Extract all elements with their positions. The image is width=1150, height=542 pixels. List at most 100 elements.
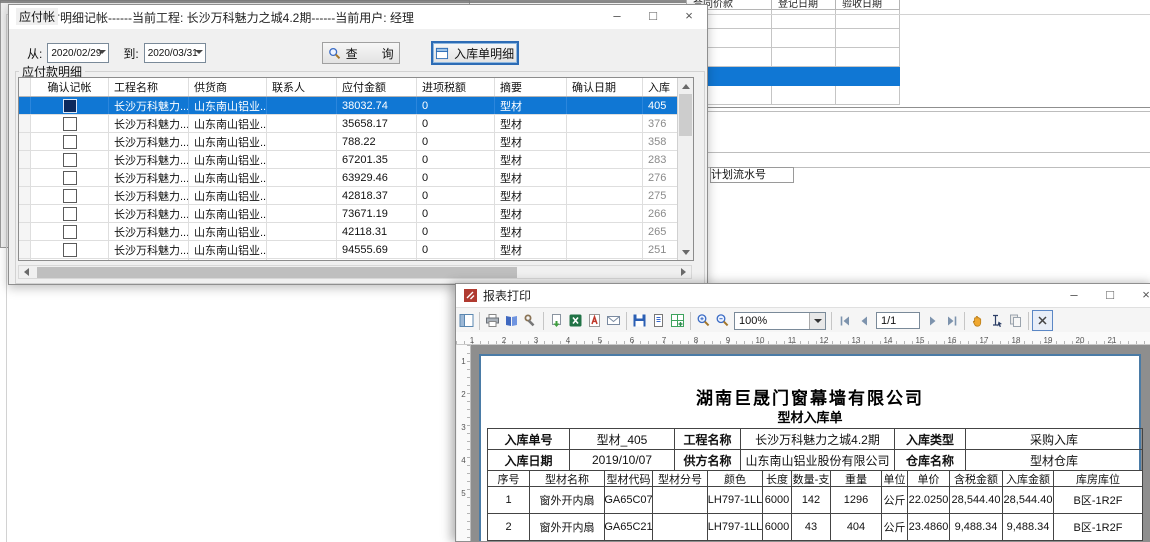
- column-header[interactable]: 联系人: [267, 78, 337, 96]
- divider: [690, 312, 691, 330]
- minimize-button[interactable]: –: [1056, 284, 1092, 308]
- table-row[interactable]: 长沙万科魅力... 山东南山铝业... 63929.46 0 型材 276: [19, 169, 693, 187]
- confirm-checkbox[interactable]: [63, 153, 77, 167]
- horizontal-scrollbar[interactable]: [18, 265, 692, 279]
- table-row[interactable]: 长沙万科魅力... 山东南山铝业... 788.22 0 型材 358: [19, 133, 693, 151]
- column-header[interactable]: 确认日期: [567, 78, 643, 96]
- zoom-out-icon[interactable]: [713, 311, 732, 330]
- to-date-select[interactable]: 2020/03/31: [144, 43, 206, 63]
- row-selector[interactable]: [19, 97, 31, 114]
- summary-cell: 型材: [495, 223, 567, 240]
- hand-pan-icon[interactable]: [968, 311, 987, 330]
- row-selector[interactable]: [19, 151, 31, 168]
- column-header: 验收日期: [836, 0, 900, 10]
- first-page-icon[interactable]: [835, 311, 854, 330]
- row-selector[interactable]: [19, 169, 31, 186]
- close-button[interactable]: ×: [1128, 284, 1150, 308]
- toc-pane-icon[interactable]: [457, 311, 476, 330]
- contact-cell: [267, 187, 337, 204]
- print-icon[interactable]: [483, 311, 502, 330]
- confirm-checkbox[interactable]: [63, 261, 77, 262]
- scrollbar-thumb[interactable]: [679, 94, 692, 136]
- maximize-button[interactable]: □: [1092, 284, 1128, 308]
- next-page-icon[interactable]: [923, 311, 942, 330]
- detail-body: 1 窗外开内扇 GA65C07 LH797-1LL 6000 142 1296 …: [488, 487, 1142, 541]
- column-header[interactable]: 摘要: [495, 78, 567, 96]
- column-header[interactable]: 工程名称: [109, 78, 189, 96]
- row-selector[interactable]: [19, 133, 31, 150]
- page-setup-icon[interactable]: [502, 311, 521, 330]
- table-row[interactable]: 长沙万科魅力... 山东南山铝业... 94555.69 0 型材 251: [19, 241, 693, 259]
- from-date-select[interactable]: 2020/02/29: [47, 43, 109, 63]
- scroll-down-button[interactable]: [678, 245, 693, 260]
- row-selector[interactable]: [19, 223, 31, 240]
- project-cell: 长沙万科魅力...: [109, 259, 189, 261]
- confirm-checkbox[interactable]: [63, 207, 77, 221]
- title-bar[interactable]: 应付明细记帐------当前工程: 长沙万科魅力之城4.2期------当前用户…: [9, 5, 707, 29]
- export-pdf-icon[interactable]: [585, 311, 604, 330]
- maximize-button[interactable]: □: [635, 5, 671, 29]
- column-header[interactable]: 进项税额: [417, 78, 495, 96]
- amount-cell: 788.22: [337, 133, 417, 150]
- scroll-left-button[interactable]: [19, 266, 33, 278]
- row-selector[interactable]: [19, 259, 31, 261]
- row-selector[interactable]: [19, 187, 31, 204]
- page-number-input[interactable]: 1/1: [876, 312, 920, 329]
- print-preview-area[interactable]: 12345 湖南巨晟门窗幕墙有限公司 型材入库单 入库单号 型材_405 工程名…: [457, 345, 1150, 541]
- table-row[interactable]: 长沙万科魅力... 山东南山铝业... 3895.84 0 型材 250: [19, 259, 693, 261]
- confirm-date-cell: [567, 151, 643, 168]
- table-row[interactable]: 长沙万科魅力... 山东南山铝业... 42118.31 0 型材 265: [19, 223, 693, 241]
- payable-detail-window[interactable]: 应付明细记帐------当前工程: 长沙万科魅力之城4.2期------当前用户…: [8, 4, 708, 285]
- copy-page-icon[interactable]: [1006, 311, 1025, 330]
- column-header[interactable]: 应付金额: [337, 78, 417, 96]
- column-header[interactable]: 确认记帐: [31, 78, 109, 96]
- row-selector[interactable]: [19, 115, 31, 132]
- confirm-checkbox[interactable]: [63, 171, 77, 185]
- save-icon[interactable]: [630, 311, 649, 330]
- row-selector[interactable]: [19, 205, 31, 222]
- zoom-level-select[interactable]: 100%: [734, 312, 826, 330]
- chevron-down-icon[interactable]: [809, 313, 825, 329]
- row-selector[interactable]: [19, 241, 31, 258]
- divider: [1028, 312, 1029, 330]
- send-mail-icon[interactable]: [604, 311, 623, 330]
- table-row[interactable]: 长沙万科魅力... 山东南山铝业... 73671.19 0 型材 266: [19, 205, 693, 223]
- table-row[interactable]: 长沙万科魅力... 山东南山铝业... 38032.74 0 型材 405: [19, 97, 693, 115]
- confirm-checkbox[interactable]: [63, 99, 77, 113]
- confirm-checkbox[interactable]: [63, 135, 77, 149]
- export-icon[interactable]: [547, 311, 566, 330]
- confirm-checkbox[interactable]: [63, 189, 77, 203]
- confirm-date-cell: [567, 169, 643, 186]
- last-page-icon[interactable]: [942, 311, 961, 330]
- scroll-up-button[interactable]: [678, 78, 693, 93]
- title-bar[interactable]: 报表打印 – □ ×: [456, 284, 1150, 307]
- tax-cell: 0: [417, 259, 495, 261]
- table-row[interactable]: 长沙万科魅力... 山东南山铝业... 67201.35 0 型材 283: [19, 151, 693, 169]
- vertical-scrollbar[interactable]: [677, 78, 693, 260]
- horizontal-ruler: 123456789101112131415161718192021: [456, 332, 1150, 345]
- scroll-right-button[interactable]: [677, 266, 691, 278]
- query-button[interactable]: 查 询: [322, 42, 400, 64]
- settings-tools-icon[interactable]: [521, 311, 540, 330]
- zoom-in-icon[interactable]: [694, 311, 713, 330]
- text-select-icon[interactable]: [987, 311, 1006, 330]
- close-button[interactable]: ×: [671, 5, 707, 29]
- inbound-detail-button[interactable]: 入库单明细: [432, 42, 518, 64]
- minimize-button[interactable]: –: [599, 5, 635, 29]
- ruler-number: 20: [1064, 336, 1096, 345]
- previous-page-icon[interactable]: [854, 311, 873, 330]
- single-page-view-icon[interactable]: [649, 311, 668, 330]
- close-preview-icon[interactable]: [1032, 310, 1053, 331]
- table-row[interactable]: 长沙万科魅力... 山东南山铝业... 42818.37 0 型材 275: [19, 187, 693, 205]
- confirm-checkbox[interactable]: [63, 225, 77, 239]
- confirm-checkbox[interactable]: [63, 243, 77, 257]
- export-excel-icon[interactable]: [566, 311, 585, 330]
- report-print-window[interactable]: 报表打印 – □ ×: [455, 283, 1150, 542]
- column-header[interactable]: 供货商: [189, 78, 267, 96]
- multi-page-view-icon[interactable]: [668, 311, 687, 330]
- supplier-cell: 山东南山铝业...: [189, 241, 267, 258]
- row-header-stub[interactable]: [19, 78, 31, 96]
- confirm-checkbox[interactable]: [63, 117, 77, 131]
- scrollbar-thumb[interactable]: [37, 267, 517, 278]
- table-row[interactable]: 长沙万科魅力... 山东南山铝业... 35658.17 0 型材 376: [19, 115, 693, 133]
